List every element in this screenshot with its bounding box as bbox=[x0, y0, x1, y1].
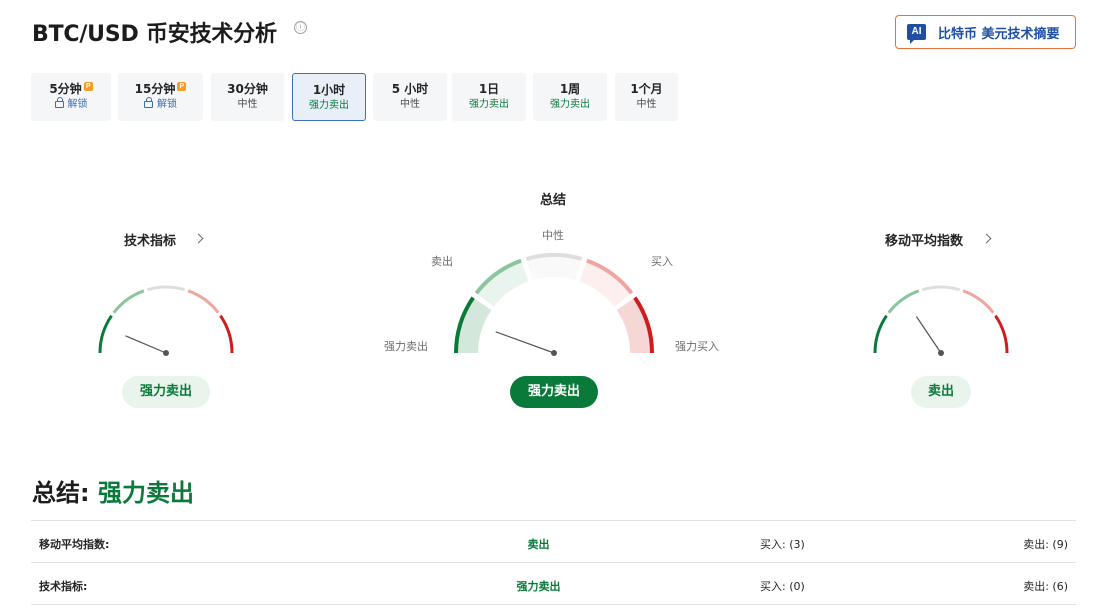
moving-averages-result-badge: 卖出 bbox=[911, 376, 971, 408]
technical-result-badge: 强力卖出 bbox=[122, 376, 210, 408]
tab-status: 中性 bbox=[636, 99, 657, 110]
tab-label: 1个月 bbox=[630, 82, 663, 96]
summary-heading: 总结: 强力卖出 bbox=[32, 473, 194, 508]
arc-strong-sell bbox=[98, 314, 113, 354]
row-name: 技术指标: bbox=[39, 580, 88, 593]
ai-summary-button[interactable]: AI 比特币 美元技术摘要 bbox=[895, 15, 1076, 49]
arc-buy bbox=[962, 289, 995, 314]
needle-pivot bbox=[163, 350, 169, 356]
label-strong-buy: 强力买入 bbox=[675, 340, 719, 353]
tab-15min[interactable]: 15分钟 P 解锁 bbox=[118, 73, 203, 121]
needle-pivot bbox=[938, 350, 944, 356]
arc-buy bbox=[187, 289, 220, 314]
arc-sell bbox=[887, 289, 920, 314]
arc-neutral bbox=[146, 285, 186, 292]
page-title: BTC/USD 币安技术分析 bbox=[32, 22, 277, 47]
summary-table: 移动平均指数: 卖出 买入: (3) 卖出: (9) 技术指标: 强力卖出 买入… bbox=[31, 520, 1076, 605]
tab-label: 1小时 bbox=[312, 83, 346, 97]
needle-pivot bbox=[551, 350, 557, 356]
summary-result-badge: 强力卖出 bbox=[510, 376, 598, 408]
ai-summary-label: 比特币 美元技术摘要 bbox=[938, 26, 1060, 42]
tab-1week[interactable]: 1周 强力卖出 bbox=[533, 73, 607, 121]
row-name: 移动平均指数: bbox=[39, 538, 110, 551]
tab-1month[interactable]: 1个月 中性 bbox=[615, 73, 678, 121]
lock-icon bbox=[144, 96, 153, 108]
tab-label: 15分钟 bbox=[134, 82, 176, 96]
row-buy-count: 买入: (0) bbox=[760, 580, 805, 593]
row-signal: 强力卖出 bbox=[516, 580, 561, 593]
tab-status: 强力卖出 bbox=[550, 99, 590, 110]
label-neutral: 中性 bbox=[542, 229, 564, 242]
tab-5hour[interactable]: 5 小时 中性 bbox=[373, 73, 447, 121]
tab-30min[interactable]: 30分钟 中性 bbox=[211, 73, 284, 121]
arc-neutral bbox=[921, 285, 961, 292]
tab-status: 强力卖出 bbox=[309, 100, 349, 111]
moving-averages-gauge bbox=[873, 285, 1009, 356]
summary-heading-value: 强力卖出 bbox=[97, 479, 194, 507]
tab-status: 强力卖出 bbox=[469, 99, 509, 110]
arc-strong-buy bbox=[994, 314, 1009, 354]
row-signal: 卖出 bbox=[527, 538, 550, 551]
chevron-right-icon[interactable] bbox=[981, 233, 992, 244]
gauge-needle bbox=[125, 335, 167, 354]
technical-gauge bbox=[98, 285, 234, 356]
tab-1day[interactable]: 1日 强力卖出 bbox=[452, 73, 526, 121]
moving-averages-title[interactable]: 移动平均指数 bbox=[885, 230, 963, 249]
pro-icon: P bbox=[83, 82, 93, 91]
tab-label: 5分钟 bbox=[49, 82, 82, 96]
summary-gauge bbox=[454, 253, 654, 356]
table-row: 技术指标: 强力卖出 买入: (0) 卖出: (6) bbox=[31, 563, 1076, 605]
tab-1hour[interactable]: 1小时 强力卖出 bbox=[292, 73, 366, 121]
technical-indicators-title[interactable]: 技术指标 bbox=[124, 230, 176, 249]
gauge-needle bbox=[495, 331, 555, 354]
label-strong-sell: 强力卖出 bbox=[384, 340, 428, 353]
tab-status: 中性 bbox=[400, 99, 420, 110]
tab-label: 5 小时 bbox=[391, 82, 429, 96]
arc-strong-buy bbox=[219, 314, 234, 354]
tab-status: 解锁 bbox=[157, 99, 177, 110]
tab-5min[interactable]: 5分钟 P 解锁 bbox=[31, 73, 111, 121]
gauge-needle bbox=[915, 316, 942, 354]
arc-sell bbox=[112, 289, 145, 314]
pro-icon: P bbox=[177, 82, 187, 91]
table-row: 移动平均指数: 卖出 买入: (3) 卖出: (9) bbox=[31, 521, 1076, 563]
arc-strong-sell bbox=[873, 314, 888, 354]
tab-status: 解锁 bbox=[67, 99, 88, 110]
summary-heading-label: 总结: bbox=[32, 479, 90, 507]
lock-icon bbox=[54, 96, 64, 108]
tab-label: 30分钟 bbox=[227, 82, 268, 96]
row-buy-count: 买入: (3) bbox=[760, 538, 805, 551]
info-icon[interactable]: ⓘ bbox=[294, 21, 307, 34]
chevron-right-icon[interactable] bbox=[193, 233, 204, 244]
tab-status: 中性 bbox=[237, 99, 258, 110]
row-sell-count: 卖出: (9) bbox=[1023, 538, 1068, 551]
row-sell-count: 卖出: (6) bbox=[1023, 580, 1068, 593]
summary-gauge-title: 总结 bbox=[540, 193, 567, 208]
tab-label: 1日 bbox=[478, 82, 500, 96]
ai-badge-icon: AI bbox=[907, 24, 926, 44]
tab-label: 1周 bbox=[559, 82, 581, 96]
